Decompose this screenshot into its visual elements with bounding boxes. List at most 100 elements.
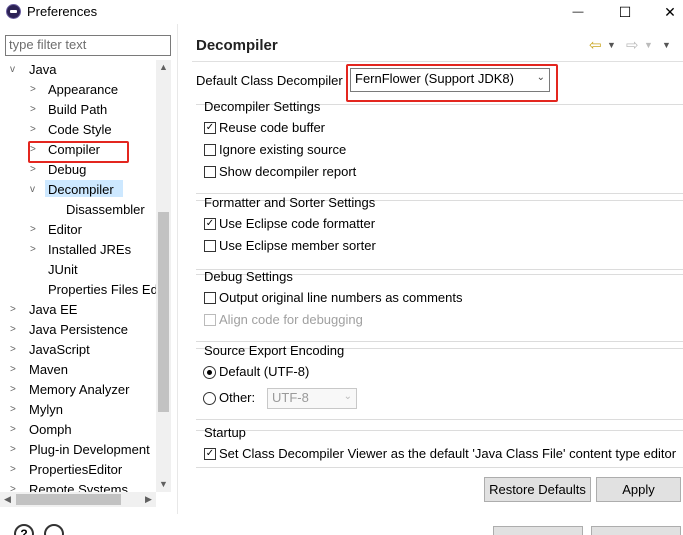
tree-item-label: Memory Analyzer <box>29 382 130 397</box>
forward-arrow-icon[interactable]: ⇨ <box>626 36 639 54</box>
scroll-right-icon[interactable]: ▶ <box>141 492 156 507</box>
scroll-left-icon[interactable]: ◀ <box>0 492 15 507</box>
maximize-button[interactable]: ☐ <box>615 2 635 22</box>
default-encoding-radio[interactable] <box>203 366 216 379</box>
output-line-numbers-checkbox[interactable] <box>204 292 216 304</box>
apply-button[interactable]: Apply <box>596 477 681 502</box>
preferences-tree: v Java > Appearance > Build Path > Code … <box>0 60 156 492</box>
encoding-value: UTF-8 <box>272 390 309 405</box>
filter-input[interactable]: type filter text <box>5 35 171 56</box>
align-code-checkbox[interactable] <box>204 314 216 326</box>
tree-item-label: Maven <box>29 362 69 377</box>
chevron-right-icon[interactable]: > <box>10 380 20 400</box>
chevron-right-icon[interactable]: > <box>30 240 40 260</box>
startup-title: Startup <box>204 425 246 440</box>
chevron-right-icon[interactable]: > <box>30 100 40 120</box>
chevron-down-icon[interactable]: v <box>30 180 40 200</box>
reuse-code-buffer-label: Reuse code buffer <box>219 120 325 135</box>
tree-item-label: Mylyn <box>29 402 63 417</box>
tree-item-label: Java EE <box>29 302 78 317</box>
chevron-right-icon[interactable]: > <box>10 440 20 460</box>
align-code-label: Align code for debugging <box>219 312 363 327</box>
formatter-settings-title: Formatter and Sorter Settings <box>204 195 376 210</box>
tree-item-label: Appearance <box>48 82 119 97</box>
page-title: Decompiler <box>196 37 278 54</box>
set-default-viewer-checkbox[interactable]: ✓ <box>204 448 216 460</box>
use-eclipse-formatter-checkbox[interactable]: ✓ <box>204 218 216 230</box>
decompiler-settings-title: Decompiler Settings <box>204 99 321 114</box>
tree-item-properties-files-editor[interactable]: Properties Files Ed <box>48 280 156 300</box>
tree-horizontal-scrollbar[interactable]: ◀ ▶ <box>0 492 156 507</box>
header-divider <box>192 61 683 62</box>
chevron-right-icon[interactable]: > <box>10 320 20 340</box>
other-encoding-radio[interactable] <box>203 392 216 405</box>
tree-item-label: Disassembler <box>66 202 145 217</box>
show-decompiler-report-label: Show decompiler report <box>219 164 357 179</box>
info-icon[interactable] <box>44 524 64 535</box>
help-icon[interactable]: ? <box>14 524 34 535</box>
restore-defaults-button[interactable]: Restore Defaults <box>484 477 591 502</box>
tree-item-label: PropertiesEditor <box>29 462 123 477</box>
chevron-right-icon[interactable]: > <box>10 360 20 380</box>
tree-item-label: Decompiler <box>48 182 114 197</box>
source-export-encoding-group <box>196 348 683 420</box>
window-title: Preferences <box>27 4 98 19</box>
scroll-down-icon[interactable]: ▼ <box>156 479 171 489</box>
chevron-down-icon[interactable]: ▼ <box>644 40 653 50</box>
default-encoding-label: Default (UTF-8) <box>219 364 310 379</box>
chevron-down-icon[interactable]: v <box>10 60 20 80</box>
chevron-right-icon[interactable]: > <box>30 220 40 240</box>
tree-item-label: Code Style <box>48 122 112 137</box>
ignore-existing-source-checkbox[interactable] <box>204 144 216 156</box>
tree-item-label: Plug-in Development <box>29 442 150 457</box>
encoding-select[interactable]: UTF-8 ⌄ <box>267 388 357 409</box>
chevron-right-icon[interactable]: > <box>30 80 40 100</box>
chevron-down-icon[interactable]: ▼ <box>607 40 616 50</box>
chevron-right-icon[interactable]: > <box>30 120 40 140</box>
back-arrow-icon[interactable]: ⇦ <box>589 36 602 54</box>
chevron-right-icon[interactable]: > <box>30 160 40 180</box>
chevron-right-icon[interactable]: > <box>10 400 20 420</box>
chevron-down-icon[interactable]: ⌄ <box>344 391 352 402</box>
apply-and-close-button[interactable] <box>493 526 583 535</box>
chevron-right-icon[interactable]: > <box>10 300 20 320</box>
tree-vertical-scrollbar[interactable]: ▲ ▼ <box>156 60 171 492</box>
chevron-right-icon[interactable]: > <box>10 480 20 492</box>
menu-chevron-icon[interactable]: ▼ <box>662 40 671 50</box>
preferences-navigation: type filter text v Java > Appearance > B… <box>0 24 178 514</box>
formatter-settings-group <box>196 200 683 270</box>
use-eclipse-formatter-label: Use Eclipse code formatter <box>219 216 376 231</box>
default-decompiler-label: Default Class Decompiler <box>196 73 343 88</box>
debug-settings-title: Debug Settings <box>204 269 293 284</box>
scrollbar-thumb[interactable] <box>16 494 121 505</box>
page-navigation: ⇦ ▼ ⇨ ▼ ▼ <box>585 36 683 54</box>
chevron-right-icon[interactable]: > <box>10 340 20 360</box>
decompiler-select-red-highlight <box>346 64 558 102</box>
tree-item-disassembler[interactable]: Disassembler <box>66 200 145 220</box>
tree-item-label: Editor <box>48 222 82 237</box>
close-button[interactable]: ✕ <box>660 2 680 22</box>
scroll-up-icon[interactable]: ▲ <box>156 62 171 72</box>
show-decompiler-report-checkbox[interactable] <box>204 166 216 178</box>
reuse-code-buffer-checkbox[interactable]: ✓ <box>204 122 216 134</box>
minimize-button[interactable]: — <box>568 2 588 22</box>
scrollbar-thumb[interactable] <box>158 212 169 412</box>
debug-settings-group <box>196 274 683 342</box>
tree-item-label: Installed JREs <box>48 242 132 257</box>
tree-item-label: Java Persistence <box>29 322 128 337</box>
other-encoding-label: Other: <box>219 390 256 405</box>
cancel-button[interactable] <box>591 526 681 535</box>
tree-item-label: Build Path <box>48 102 108 117</box>
tree-item-label: Remote Systems <box>29 482 128 492</box>
ignore-existing-source-label: Ignore existing source <box>219 142 347 157</box>
chevron-right-icon[interactable]: > <box>10 420 20 440</box>
tree-item-junit[interactable]: JUnit <box>48 260 78 280</box>
use-eclipse-sorter-label: Use Eclipse member sorter <box>219 238 376 253</box>
set-default-viewer-label: Set Class Decompiler Viewer as the defau… <box>219 446 677 461</box>
title-bar: Preferences — ☐ ✕ <box>0 0 683 24</box>
tree-item-label: Oomph <box>29 422 72 437</box>
use-eclipse-sorter-checkbox[interactable] <box>204 240 216 252</box>
tree-item-label: Debug <box>48 162 87 177</box>
decompiler-red-highlight <box>28 141 129 163</box>
chevron-right-icon[interactable]: > <box>10 460 20 480</box>
